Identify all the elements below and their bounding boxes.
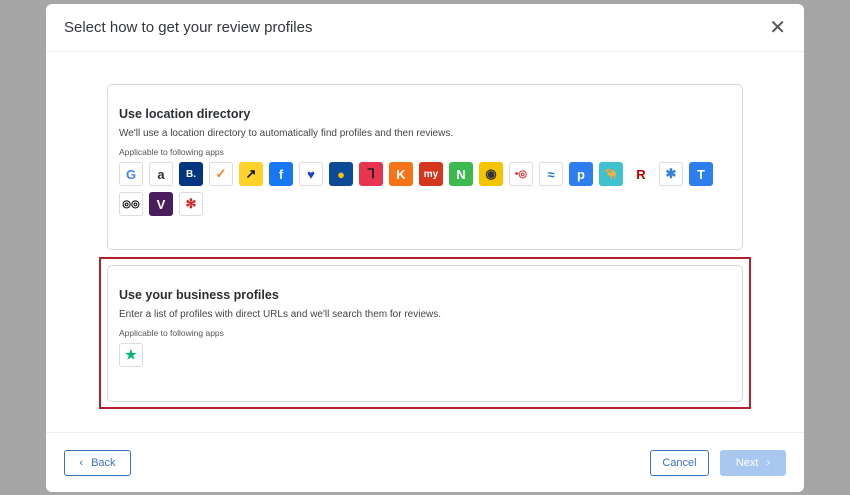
k-app-icon: K — [389, 162, 413, 186]
back-button[interactable]: ‹ Back — [64, 450, 131, 476]
rakuten-icon: R — [629, 162, 653, 186]
option-location-directory[interactable]: Use location directory We'll use a locat… — [107, 84, 743, 250]
google-icon: G — [119, 162, 143, 186]
app-icon-list: Ga B. ✓ ↗ f ♥ ● ᒣ Kmy N ◉ •◎ ≈ p 🐪 R ✱ T ◎◎ V ✻ — [119, 162, 739, 216]
review-profiles-dialog: Select how to get your review profiles ✕… — [46, 4, 804, 492]
back-label: Back — [91, 457, 116, 469]
chevron-right-icon: › — [766, 457, 771, 469]
checkmark-app-icon: ✓ — [209, 162, 233, 186]
option-title: Use location directory — [119, 107, 251, 121]
heart-app-icon: ♥ — [299, 162, 323, 186]
dialog-footer: ‹ Back Cancel Next › — [46, 432, 804, 492]
star-app-icon: ✱ — [659, 162, 683, 186]
booking-icon: B. — [179, 162, 203, 186]
n-app-icon: N — [449, 162, 473, 186]
apps-label: Applicable to following apps — [119, 328, 224, 338]
arrow-app-icon: ↗ — [239, 162, 263, 186]
dialog-title: Select how to get your review profiles — [64, 19, 313, 36]
option-business-profiles[interactable]: Use your business profiles Enter a list … — [107, 265, 743, 402]
square-app-icon: ᒣ — [359, 162, 383, 186]
camel-app-icon: 🐪 — [599, 162, 623, 186]
apps-label: Applicable to following apps — [119, 147, 224, 157]
dialog-header: Select how to get your review profiles ✕ — [46, 4, 804, 52]
option-description: Enter a list of profiles with direct URL… — [119, 309, 442, 320]
red-dot-app-icon: •◎ — [509, 162, 533, 186]
tripadvisor-icon: ◎◎ — [119, 192, 143, 216]
yelp-icon: ✻ — [179, 192, 203, 216]
v-app-icon: V — [149, 192, 173, 216]
dot-app-icon: ● — [329, 162, 353, 186]
trustpilot-icon: ★ — [119, 343, 143, 367]
cancel-button[interactable]: Cancel — [650, 450, 709, 476]
app-icon-list: ★ — [119, 343, 739, 367]
next-label: Next — [735, 457, 759, 469]
close-icon[interactable]: ✕ — [769, 18, 786, 38]
my-app-icon: my — [419, 162, 443, 186]
option-description: We'll use a location directory to automa… — [119, 128, 454, 139]
next-button[interactable]: Next › — [720, 450, 786, 476]
wave-app-icon: ≈ — [539, 162, 563, 186]
cancel-label: Cancel — [662, 457, 697, 469]
chevron-left-icon: ‹ — [79, 457, 84, 469]
agoda-icon: a — [149, 162, 173, 186]
circle-app-icon: ◉ — [479, 162, 503, 186]
facebook-icon: f — [269, 162, 293, 186]
p-app-icon: p — [569, 162, 593, 186]
t-app-icon: T — [689, 162, 713, 186]
option-title: Use your business profiles — [119, 288, 279, 302]
